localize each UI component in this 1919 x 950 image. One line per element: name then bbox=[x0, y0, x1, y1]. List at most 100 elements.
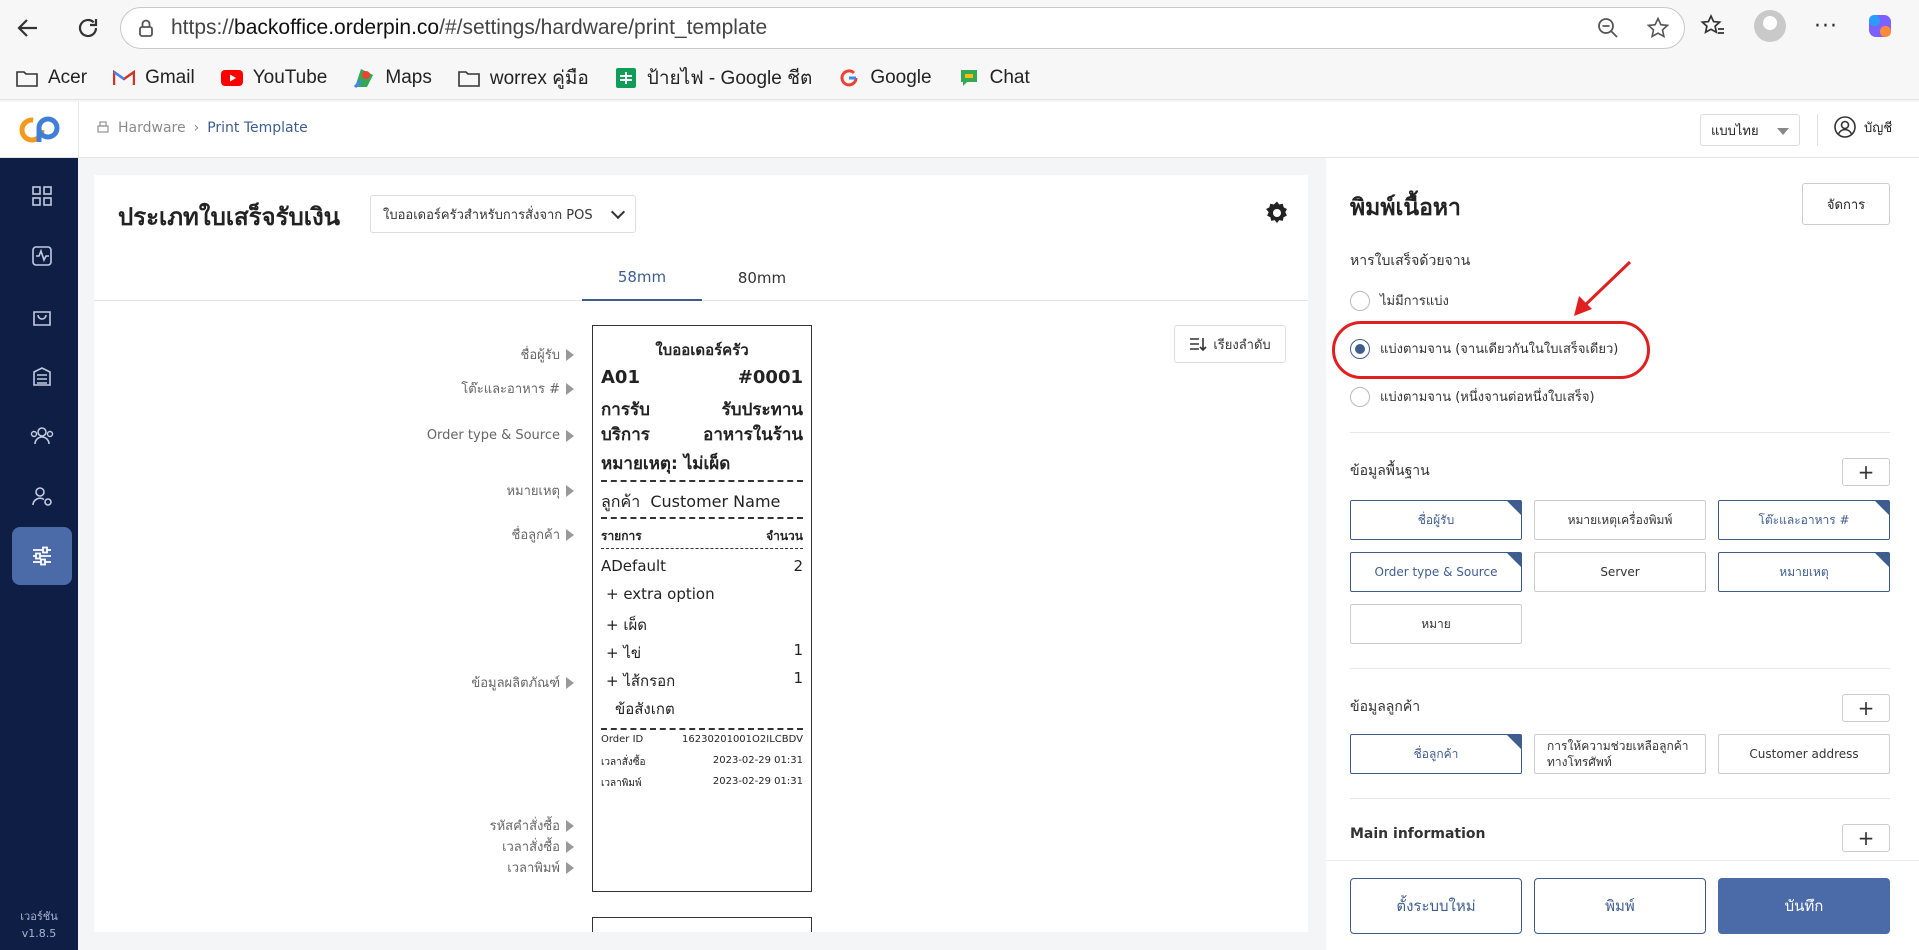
receipt-type-select[interactable]: ใบออเดอร์ครัวสำหรับการสั่งจาก POS bbox=[370, 195, 636, 233]
add-basic-info-button[interactable]: + bbox=[1842, 458, 1890, 486]
bookmark-label: Acer bbox=[48, 66, 88, 88]
orderpin-logo[interactable] bbox=[18, 114, 64, 146]
order-id-label: Order ID bbox=[601, 734, 644, 745]
radio-button[interactable] bbox=[1350, 290, 1370, 311]
tab-58mm[interactable]: 58mm bbox=[582, 255, 702, 301]
chip-server[interactable]: Server bbox=[1534, 552, 1706, 592]
item-qty: 1 bbox=[793, 641, 803, 659]
favorites-icon[interactable] bbox=[1700, 13, 1726, 39]
bookmark-gmail[interactable]: Gmail bbox=[113, 67, 195, 89]
item-name: + ไข่ bbox=[606, 644, 642, 662]
caret-down-icon bbox=[1777, 128, 1789, 135]
triangle-right-icon bbox=[566, 348, 574, 361]
receipt-item-row: + extra option bbox=[601, 585, 803, 603]
radio-button[interactable] bbox=[1350, 386, 1370, 407]
favorite-star-icon[interactable] bbox=[1646, 16, 1670, 40]
radio-no-split[interactable]: ไม่มีการแบ่ง bbox=[1350, 290, 1449, 311]
site-info-icon[interactable] bbox=[135, 17, 157, 39]
chip-printer-note[interactable]: หมายเหตุเครื่องพิมพ์ bbox=[1534, 500, 1706, 540]
print-button[interactable]: พิมพ์ bbox=[1534, 878, 1706, 934]
sidebar-item-dashboard[interactable] bbox=[12, 167, 72, 225]
breadcrumb-hardware[interactable]: Hardware bbox=[118, 120, 186, 136]
field-label-order-code[interactable]: รหัสคำสั่งซื้อ bbox=[194, 815, 574, 836]
bookmark-maps[interactable]: Maps bbox=[353, 66, 432, 89]
address-bar[interactable]: https://backoffice.orderpin.co/#/setting… bbox=[120, 7, 1685, 49]
field-label-receiver[interactable]: ชื่อผู้รับ bbox=[194, 344, 574, 365]
sidebar-item-settings[interactable] bbox=[12, 527, 72, 585]
chip-table-food[interactable]: โต๊ะและอาหาร # bbox=[1718, 500, 1890, 540]
back-arrow-icon[interactable] bbox=[8, 8, 48, 48]
field-label-customer[interactable]: ชื่อลูกค้า bbox=[194, 524, 574, 545]
receipt-number: #0001 bbox=[737, 367, 803, 388]
chip-note[interactable]: หมายเหตุ bbox=[1718, 552, 1890, 592]
bookmark-google[interactable]: Google bbox=[838, 67, 932, 89]
bookmark-chat[interactable]: Chat bbox=[958, 67, 1030, 89]
bookmark-sheets[interactable]: ป้ายไฟ - Google ชีต bbox=[615, 63, 813, 93]
order-time: 2023-02-29 01:31 bbox=[712, 755, 803, 766]
profile-avatar[interactable] bbox=[1754, 10, 1786, 42]
receipt-note: หมายเหตุ: ไม่เผ็ด bbox=[601, 450, 803, 477]
tab-80mm[interactable]: 80mm bbox=[702, 255, 822, 301]
triangle-right-icon bbox=[566, 484, 574, 497]
receipt-service-row: การรับ รับประทาน bbox=[601, 396, 803, 423]
printer-icon bbox=[97, 121, 109, 133]
bookmark-label: ป้ายไฟ - Google ชีต bbox=[646, 67, 813, 89]
field-label-order-type[interactable]: Order type & Source bbox=[194, 428, 574, 443]
radio-split-one-per-receipt[interactable]: แบ่งตามจาน (หนึ่งจานต่อหนึ่งใบเสร็จ) bbox=[1350, 386, 1595, 407]
field-label-print-time[interactable]: เวลาพิมพ์ bbox=[194, 857, 574, 878]
add-customer-info-button[interactable]: + bbox=[1842, 694, 1890, 722]
receipt-print-time-row: เวลาพิมพ์ 2023-02-29 01:31 bbox=[601, 776, 803, 791]
customer-info-label: ข้อมูลลูกค้า bbox=[1350, 699, 1421, 715]
col-qty: จำนวน bbox=[766, 529, 803, 543]
item-name: + extra option bbox=[606, 585, 715, 603]
field-label-note[interactable]: หมายเหตุ bbox=[194, 480, 574, 501]
zoom-out-icon[interactable] bbox=[1596, 16, 1620, 40]
language-select[interactable]: แบบไทย bbox=[1700, 114, 1800, 146]
bookmark-acer[interactable]: Acer bbox=[16, 67, 87, 89]
more-options-icon[interactable]: ··· bbox=[1814, 14, 1838, 39]
activity-icon bbox=[32, 246, 52, 266]
save-button[interactable]: บันทึก bbox=[1718, 878, 1890, 934]
manage-button[interactable]: จัดการ bbox=[1802, 183, 1890, 225]
chip-customer-name[interactable]: ชื่อลูกค้า bbox=[1350, 734, 1522, 774]
annotation-arrow-icon bbox=[1574, 260, 1632, 316]
bookmark-worrex[interactable]: worrex คู่มือ bbox=[458, 63, 589, 93]
triangle-right-icon bbox=[566, 676, 574, 689]
bookmark-youtube[interactable]: YouTube bbox=[220, 67, 327, 89]
sidebar-item-reports[interactable] bbox=[12, 227, 72, 285]
copilot-icon[interactable] bbox=[1866, 12, 1894, 40]
chip-order-type[interactable]: Order type & Source bbox=[1350, 552, 1522, 592]
chip-phone-support[interactable]: การให้ความช่วยเหลือลูกค้าทางโทรศัพท์ bbox=[1534, 734, 1706, 774]
field-label-product[interactable]: ข้อมูลผลิตภัณฑ์ bbox=[194, 672, 574, 693]
label-text: โต๊ะและอาหาร # bbox=[461, 382, 560, 397]
chip-customer-address[interactable]: Customer address bbox=[1718, 734, 1890, 774]
sort-button[interactable]: เรียงลำดับ bbox=[1174, 325, 1286, 363]
receipt-table-row: A01 #0001 bbox=[601, 367, 803, 388]
bookmark-label: Maps bbox=[385, 66, 432, 88]
label-text: รหัสคำสั่งซื้อ bbox=[489, 819, 560, 834]
sidebar-item-staff[interactable] bbox=[12, 467, 72, 525]
sidebar: เวอร์ชัน v1.8.5 bbox=[0, 158, 78, 950]
gear-icon[interactable] bbox=[1264, 200, 1290, 226]
user-circle-icon bbox=[1834, 116, 1856, 138]
sidebar-item-orders[interactable] bbox=[12, 287, 72, 345]
reload-icon[interactable] bbox=[68, 8, 108, 48]
receipt-item-row: + ไส้กรอก 1 bbox=[601, 669, 803, 693]
add-main-info-button[interactable]: + bbox=[1842, 824, 1890, 852]
reset-button[interactable]: ตั้งระบบใหม่ bbox=[1350, 878, 1522, 934]
sliders-icon bbox=[33, 546, 51, 566]
field-label-order-time[interactable]: เวลาสั่งซื้อ bbox=[194, 836, 574, 857]
sidebar-item-customers[interactable] bbox=[12, 407, 72, 465]
receipt-service-row-2: บริการ อาหารในร้าน bbox=[601, 421, 803, 448]
chip-remark[interactable]: หมาย bbox=[1350, 604, 1522, 644]
triangle-right-icon bbox=[566, 861, 574, 874]
field-label-table[interactable]: โต๊ะและอาหาร # bbox=[194, 378, 574, 399]
breadcrumb-print-template[interactable]: Print Template bbox=[207, 120, 308, 136]
account-button[interactable]: บัญชี bbox=[1834, 116, 1892, 138]
chip-receiver[interactable]: ชื่อผู้รับ bbox=[1350, 500, 1522, 540]
url-text[interactable]: https://backoffice.orderpin.co/#/setting… bbox=[171, 16, 767, 40]
col-item: รายการ bbox=[601, 529, 642, 543]
sheets-icon bbox=[615, 67, 637, 88]
sidebar-item-store[interactable] bbox=[12, 347, 72, 405]
bookmark-label: worrex คู่มือ bbox=[489, 67, 589, 89]
